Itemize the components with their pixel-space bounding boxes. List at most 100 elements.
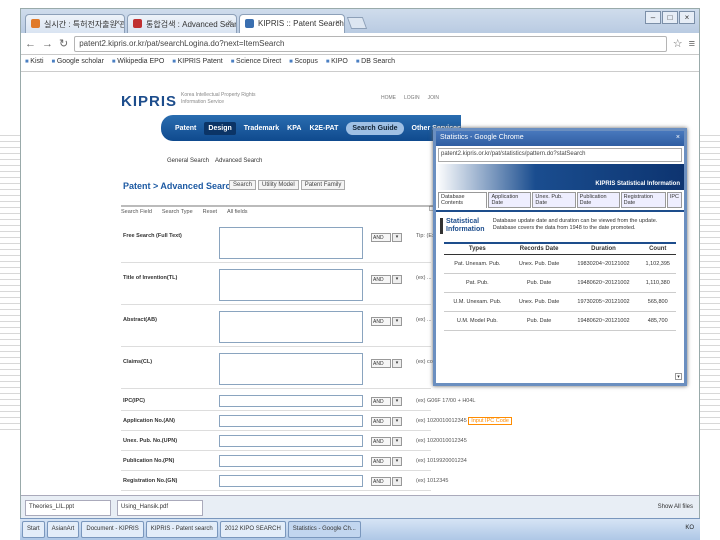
chevron-down-icon[interactable]: ▾ [392, 275, 402, 284]
tab-database-contents[interactable]: Database Contents [438, 192, 487, 208]
operator-select[interactable]: AND [371, 417, 391, 426]
tab-registration-date[interactable]: Registration Date [621, 192, 666, 208]
close-icon[interactable]: × [335, 18, 340, 27]
chevron-down-icon[interactable]: ▾ [392, 359, 402, 368]
back-icon[interactable]: ← [25, 38, 36, 50]
bookmark-item[interactable]: KIPRIS Patent [172, 58, 222, 68]
chevron-down-icon[interactable]: ▾ [392, 233, 402, 242]
close-icon[interactable]: × [227, 18, 232, 27]
new-tab-button[interactable] [347, 17, 367, 29]
operator-select[interactable]: AND [371, 359, 391, 368]
option-search-field[interactable]: Search Field [121, 209, 152, 217]
chevron-down-icon[interactable]: ▾ [392, 437, 402, 446]
operator-select[interactable]: AND [371, 275, 391, 284]
field-input[interactable] [219, 395, 363, 407]
bookmark-item[interactable]: Google scholar [52, 58, 104, 68]
operator-select[interactable]: AND [371, 437, 391, 446]
kipris-logo[interactable]: KIPRIS [121, 93, 177, 110]
download-item[interactable]: Theories_LIL.ppt [25, 500, 111, 516]
field-input[interactable] [219, 269, 363, 301]
taskbar-item[interactable]: KIPRIS - Patent search [146, 521, 218, 538]
show-all-downloads[interactable]: Show All files [658, 504, 693, 510]
bookmark-item[interactable]: Science Direct [231, 58, 281, 68]
browser-window: 실시간 : 특허전자출원 관련 참× 통합검색 : Advanced Searc… [20, 8, 700, 528]
field-input[interactable] [219, 353, 363, 385]
decorative-lines-left [0, 130, 22, 430]
tab-label: 통합검색 : Advanced Search [146, 20, 237, 29]
browser-tab-2[interactable]: 통합검색 : Advanced Search× [127, 14, 237, 33]
chevron-down-icon[interactable]: ▾ [392, 477, 402, 486]
option-search-type[interactable]: Search Type [162, 209, 193, 217]
bookmark-item[interactable]: KIPO [326, 58, 348, 68]
top-link-login[interactable]: LOGIN [404, 95, 420, 101]
menu-icon[interactable]: ≡ [689, 38, 695, 50]
option-all-fields[interactable]: All fields [227, 209, 247, 217]
taskbar-item[interactable]: AsianArt [47, 521, 80, 538]
field-input[interactable] [219, 455, 363, 467]
field-hint-text: (ex) 1020010012345 [416, 438, 467, 444]
maximize-icon[interactable]: □ [662, 11, 678, 24]
tab-search[interactable]: Search [229, 180, 256, 190]
field-input[interactable] [219, 415, 363, 427]
taskbar-item[interactable]: Statistics - Google Ch... [288, 521, 361, 538]
url-input[interactable]: patent2.kipris.or.kr/pat/searchLogina.do… [74, 36, 666, 52]
tab-utility-model[interactable]: Utility Model [258, 180, 299, 190]
bookmarks-bar: Kisti Google scholar Wikipedia EPO KIPRI… [21, 55, 699, 72]
menu-search-guide[interactable]: Search Guide [346, 122, 403, 135]
browser-tab-3[interactable]: KIPRIS :: Patent Search× [239, 14, 345, 33]
download-label: Using_Hansik.pdf [121, 504, 168, 510]
download-item[interactable]: Using_Hansik.pdf [117, 500, 203, 516]
field-input[interactable] [219, 311, 363, 343]
reload-icon[interactable]: ↻ [59, 37, 68, 50]
bookmark-item[interactable]: DB Search [356, 58, 395, 68]
minimize-icon[interactable]: – [645, 11, 661, 24]
option-reset[interactable]: Reset [203, 209, 217, 217]
popup-close-icon[interactable]: × [676, 134, 680, 143]
tab-unex-pub-date[interactable]: Unex. Pub. Date [532, 192, 575, 208]
submenu-general-search[interactable]: General Search [167, 158, 209, 164]
chevron-down-icon[interactable]: ▾ [392, 397, 402, 406]
browser-tab-1[interactable]: 실시간 : 특허전자출원 관련 참× [25, 14, 125, 33]
forward-icon[interactable]: → [42, 38, 53, 50]
menu-patent[interactable]: Patent [175, 125, 196, 132]
menu-design[interactable]: Design [204, 122, 235, 135]
field-input[interactable] [219, 435, 363, 447]
decorative-lines-right [698, 130, 720, 430]
bookmark-item[interactable]: Scopus [289, 58, 318, 68]
menu-kpa[interactable]: KPA [287, 125, 301, 132]
tab-patent-family[interactable]: Patent Family [301, 180, 346, 190]
chevron-down-icon[interactable]: ▾ [392, 417, 402, 426]
tab-favicon-icon [245, 19, 254, 28]
operator-select[interactable]: AND [371, 477, 391, 486]
taskbar-item[interactable]: 2012 KIPO SEARCH [220, 521, 286, 538]
chevron-down-icon[interactable]: ▾ [392, 457, 402, 466]
bookmark-item[interactable]: Kisti [25, 58, 44, 68]
tab-ipc[interactable]: IPC [667, 192, 682, 208]
tab-application-date[interactable]: Application Date [488, 192, 531, 208]
close-window-icon[interactable]: × [679, 11, 695, 24]
ipc-code-button[interactable]: Input IPC Code [468, 417, 512, 425]
menu-k2e-pat[interactable]: K2E-PAT [309, 125, 338, 132]
top-link-join[interactable]: JOIN [428, 95, 439, 101]
top-link-home[interactable]: HOME [381, 95, 396, 101]
menu-trademark[interactable]: Trademark [244, 125, 279, 132]
tab-publication-date[interactable]: Publication Date [577, 192, 620, 208]
operator-select[interactable]: AND [371, 457, 391, 466]
table-cell: 19480620~20121002 [568, 312, 640, 331]
star-icon[interactable]: ☆ [673, 37, 683, 50]
taskbar-start[interactable]: Start [22, 521, 45, 538]
close-icon[interactable]: × [115, 18, 120, 27]
field-input[interactable] [219, 227, 363, 259]
field-hint: (ex) 1019920001234 [416, 458, 467, 464]
operator-select[interactable]: AND [371, 233, 391, 242]
operator-select[interactable]: AND [371, 397, 391, 406]
popup-url[interactable]: patent2.kipris.or.kr/pat/statistics/patt… [438, 148, 682, 162]
taskbar: Start AsianArt Document - KIPRIS KIPRIS … [20, 518, 700, 540]
scroll-button[interactable]: ▾ [675, 373, 682, 380]
chevron-down-icon[interactable]: ▾ [392, 317, 402, 326]
taskbar-item[interactable]: Document - KIPRIS [81, 521, 143, 538]
submenu-advanced-search[interactable]: Advanced Search [215, 158, 262, 164]
field-input[interactable] [219, 475, 363, 487]
operator-select[interactable]: AND [371, 317, 391, 326]
bookmark-item[interactable]: Wikipedia EPO [112, 58, 164, 68]
